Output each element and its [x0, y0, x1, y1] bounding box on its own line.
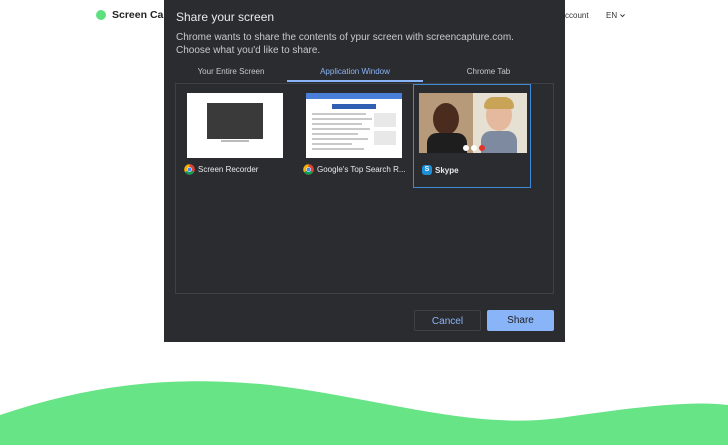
window-tile-skype[interactable]: S Skype [413, 84, 531, 188]
window-label: Screen Recorder [184, 164, 292, 175]
site-logo[interactable]: Screen Capt [96, 9, 173, 21]
window-list: Screen Recorder Google's Top Search R...… [175, 84, 554, 294]
tab-chrome-tab[interactable]: Chrome Tab [423, 63, 554, 82]
window-thumbnail [187, 93, 283, 158]
cancel-button[interactable]: Cancel [414, 310, 481, 331]
window-label: Google's Top Search R... [303, 164, 411, 175]
window-title: Skype [435, 165, 459, 175]
window-tile-google-search[interactable]: Google's Top Search R... [295, 84, 413, 188]
window-label: S Skype [422, 165, 530, 175]
account-link[interactable]: ccount [565, 11, 589, 20]
skype-icon: S [422, 165, 432, 175]
share-screen-dialog: Share your screen Chrome wants to share … [164, 0, 565, 342]
tab-entire-screen[interactable]: Your Entire Screen [175, 63, 287, 82]
share-button[interactable]: Share [487, 310, 554, 331]
dialog-title: Share your screen [176, 10, 275, 24]
window-tile-screen-recorder[interactable]: Screen Recorder [176, 84, 294, 188]
tab-application-window[interactable]: Application Window [287, 63, 423, 82]
language-selector[interactable]: EN [606, 11, 626, 20]
chevron-down-icon [620, 14, 626, 18]
language-label: EN [606, 11, 618, 20]
source-tabs: Your Entire Screen Application Window Ch… [175, 63, 554, 84]
chrome-icon [303, 164, 314, 175]
window-title: Google's Top Search R... [317, 165, 406, 174]
logo-dot-icon [96, 10, 106, 20]
window-thumbnail [419, 93, 527, 158]
window-title: Screen Recorder [198, 165, 259, 174]
decorative-wave [0, 381, 728, 445]
chrome-icon [184, 164, 195, 175]
window-thumbnail [306, 93, 402, 158]
dialog-description: Chrome wants to share the contents of yp… [176, 32, 514, 56]
